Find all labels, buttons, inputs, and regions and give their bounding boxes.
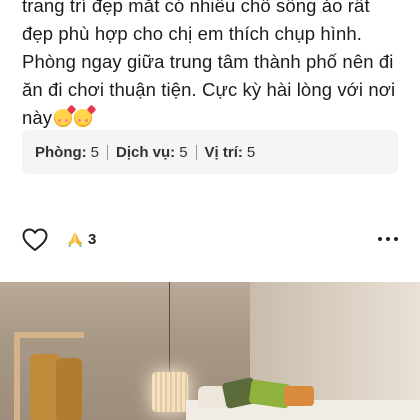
ellipsis-dot [394, 237, 398, 241]
rating-room-value: 5 [90, 143, 99, 161]
photo-lamp [152, 372, 188, 412]
ratings-bar: Phòng: 5 Dịch vụ: 5 Vị trí: 5 [22, 130, 398, 174]
photo-lamp-cord [169, 282, 170, 372]
rating-divider [195, 144, 197, 160]
photo-robe [56, 358, 82, 420]
smiling-hearts-emoji-icon [74, 109, 93, 127]
rating-divider [107, 144, 108, 160]
reaction-summary[interactable]: 3 [66, 230, 96, 248]
heart-outline-icon[interactable] [22, 228, 48, 252]
rating-location-value: 5 [246, 143, 256, 161]
ellipsis-icon[interactable] [378, 237, 398, 241]
ellipsis-dot [378, 237, 382, 241]
rating-service-value: 5 [179, 143, 188, 161]
rating-service-label: Dịch vụ: [116, 143, 176, 161]
rating-room-label: Phòng: [35, 143, 87, 161]
ellipsis-dot [386, 237, 390, 241]
review-line: Phòng ngay giữa trung tâm thành phố nên … [22, 51, 394, 72]
review-line-text: này [22, 107, 53, 128]
review-line-last: này [22, 104, 414, 132]
review-line: trang trí đẹp mắt có nhiều chỗ sống ảo r… [22, 0, 370, 16]
photo-pillow [284, 386, 314, 406]
folded-hands-icon [68, 232, 82, 247]
review-actions: 3 [22, 226, 398, 254]
reaction-count: 3 [88, 230, 97, 248]
review-line: đẹp phù hợp cho chị em thích chụp hình. [22, 23, 363, 44]
rating-location-label: Vị trí: [204, 143, 243, 161]
review-text: trang trí đẹp mắt có nhiều chỗ sống ảo r… [22, 0, 414, 132]
review-line: ăn đi chơi thuận tiện. Cực kỳ hài lòng v… [22, 79, 396, 100]
smiling-hearts-emoji-icon [54, 109, 73, 127]
review-photo[interactable] [0, 282, 420, 420]
